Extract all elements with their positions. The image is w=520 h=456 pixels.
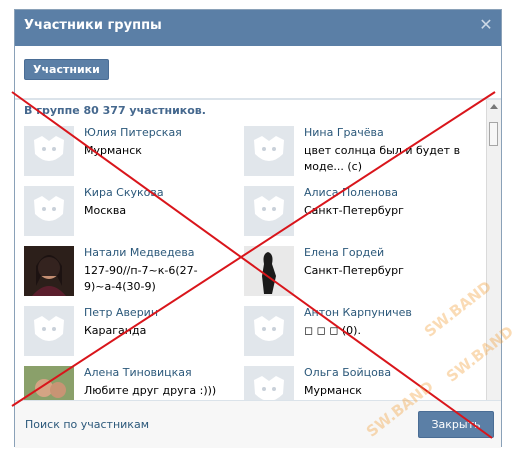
avatar xyxy=(244,186,294,236)
member-info: цвет солнца был и будет в моде... (c) xyxy=(304,144,461,173)
search-members-link[interactable]: Поиск по участникам xyxy=(25,418,149,431)
member-card[interactable]: Алиса Поленова Санкт-Петербург xyxy=(244,186,464,238)
avatar-photo xyxy=(24,366,74,401)
avatar xyxy=(24,126,74,176)
default-avatar-icon xyxy=(254,376,284,401)
default-avatar-icon xyxy=(34,136,64,161)
member-card[interactable]: Ольга Бойцова Мурманск xyxy=(244,366,464,401)
close-icon[interactable]: ✕ xyxy=(479,17,493,33)
member-name[interactable]: Натали Медведева xyxy=(84,246,195,259)
member-name[interactable]: Кира Скукова xyxy=(84,186,164,199)
avatar xyxy=(24,186,74,236)
member-info: Караганда xyxy=(84,324,147,337)
person-photo-icon xyxy=(32,255,66,296)
member-info: Санкт-Петербург xyxy=(304,204,404,217)
members-list: В группе 80 377 участников. Юлия Питерск… xyxy=(15,99,501,401)
member-card[interactable]: Антон Карпуничев ◻ ◻ ◻ (0). xyxy=(244,306,464,358)
member-info: Мурманск xyxy=(304,384,362,397)
default-avatar-icon xyxy=(254,136,284,161)
default-avatar-icon xyxy=(34,196,64,221)
member-card[interactable]: Натали Медведева 127-90//п-7~к-6(27-9)~а… xyxy=(24,246,244,298)
tab-members[interactable]: Участники xyxy=(24,59,109,80)
dialog-footer: Поиск по участникам Закрыть xyxy=(15,400,501,448)
member-card[interactable]: Петр Аверин Караганда xyxy=(24,306,244,358)
member-name[interactable]: Нина Грачёва xyxy=(304,126,384,139)
scroll-up-icon[interactable] xyxy=(490,104,498,109)
member-info: Мурманск xyxy=(84,144,142,157)
member-info: ◻ ◻ ◻ (0). xyxy=(304,324,361,337)
avatar-photo xyxy=(244,246,294,296)
scroll-thumb[interactable] xyxy=(489,122,498,146)
dialog-title: Участники группы xyxy=(24,18,162,33)
member-info: Москва xyxy=(84,204,127,217)
default-avatar-icon xyxy=(254,196,284,221)
member-name[interactable]: Ольга Бойцова xyxy=(304,366,391,379)
avatar xyxy=(244,306,294,356)
avatar-photo xyxy=(24,246,74,296)
member-card[interactable]: Нина Грачёва цвет солнца был и будет в м… xyxy=(244,126,464,178)
member-card[interactable]: Елена Гордей Санкт-Петербург xyxy=(244,246,464,298)
member-name[interactable]: Алена Тиновицкая xyxy=(84,366,192,379)
close-button[interactable]: Закрыть xyxy=(418,411,494,438)
tabs-area: Участники xyxy=(15,46,501,99)
members-dialog: Участники группы ✕ Участники В группе 80… xyxy=(14,9,502,448)
default-avatar-icon xyxy=(254,316,284,341)
member-info: Санкт-Петербург xyxy=(304,264,404,277)
dialog-titlebar: Участники группы ✕ xyxy=(15,10,501,46)
member-name[interactable]: Елена Гордей xyxy=(304,246,384,259)
member-card[interactable]: Алена Тиновицкая Любите друг друга :))) xyxy=(24,366,244,401)
member-name[interactable]: Юлия Питерская xyxy=(84,126,182,139)
scrollbar[interactable] xyxy=(486,100,501,401)
person-photo-icon xyxy=(244,246,294,296)
members-count: В группе 80 377 участников. xyxy=(24,104,206,117)
member-name[interactable]: Алиса Поленова xyxy=(304,186,398,199)
avatar xyxy=(244,126,294,176)
member-info: Любите друг друга :))) xyxy=(84,384,217,397)
avatar xyxy=(24,306,74,356)
member-card[interactable]: Кира Скукова Москва xyxy=(24,186,244,238)
member-name[interactable]: Петр Аверин xyxy=(84,306,158,319)
member-info: 127-90//п-7~к-6(27-9)~а-4(30-9) xyxy=(84,264,198,293)
avatar xyxy=(244,366,294,401)
member-card[interactable]: Юлия Питерская Мурманск xyxy=(24,126,244,178)
person-photo-icon xyxy=(24,366,74,401)
member-name[interactable]: Антон Карпуничев xyxy=(304,306,412,319)
default-avatar-icon xyxy=(34,316,64,341)
